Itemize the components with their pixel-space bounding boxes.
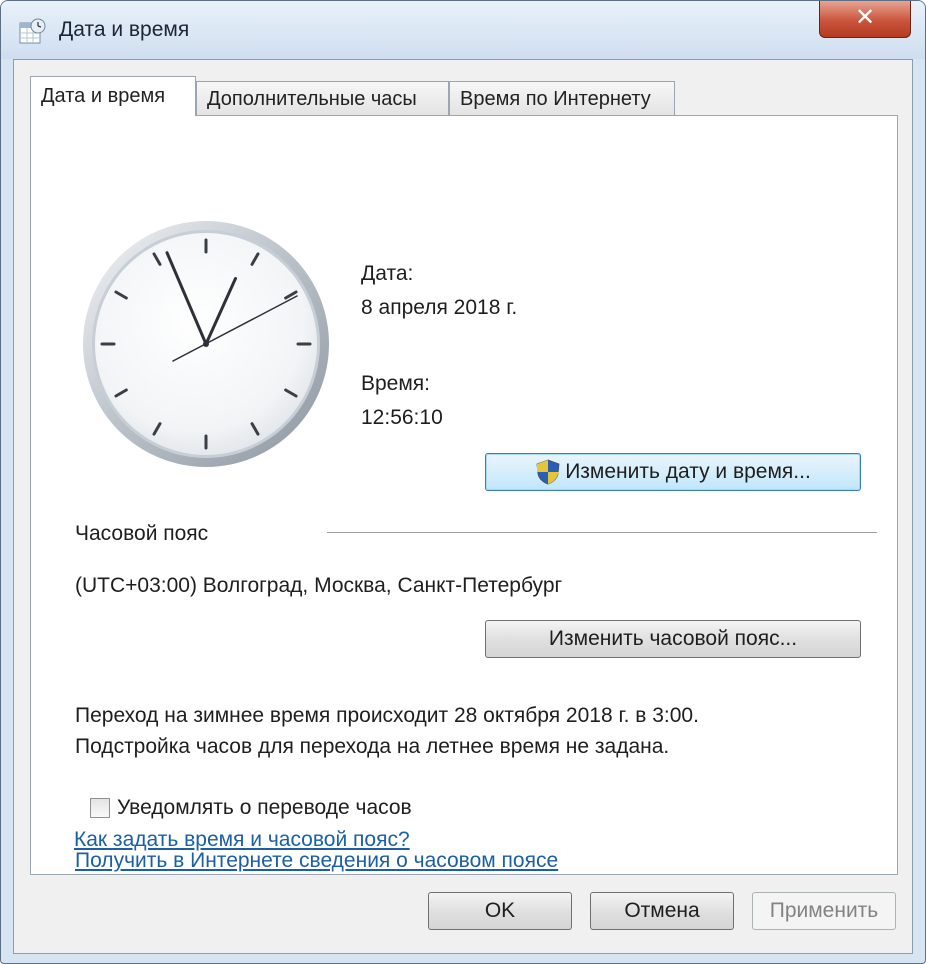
tab-date-time[interactable]: Дата и время — [30, 76, 196, 116]
time-value: 12:56:10 — [361, 406, 443, 429]
change-date-time-label: Изменить дату и время... — [565, 460, 811, 483]
tab-panel-date-time: Дата: 8 апреля 2018 г. Время: 12:56:10 И… — [30, 115, 898, 875]
dialog-body: Дата и время Дополнительные часы Время п… — [13, 59, 913, 954]
how-to-set-time-link[interactable]: Как задать время и часовой пояс? — [74, 828, 410, 852]
ok-button[interactable]: OK — [428, 892, 572, 930]
notify-checkbox[interactable] — [90, 798, 110, 818]
section-divider — [327, 532, 877, 533]
dst-info-line-2: Подстройка часов для перехода на летнее … — [75, 735, 670, 758]
close-icon: ✕ — [854, 4, 876, 31]
apply-button[interactable]: Применить — [752, 892, 896, 930]
timezone-section-label: Часовой пояс — [75, 522, 209, 545]
time-label: Время: — [361, 372, 431, 395]
tab-internet-time[interactable]: Время по Интернету — [449, 81, 675, 115]
tab-additional-clocks[interactable]: Дополнительные часы — [196, 81, 449, 115]
change-date-time-button[interactable]: Изменить дату и время... — [485, 453, 861, 491]
uac-shield-icon — [536, 460, 560, 485]
calendar-clock-icon — [19, 18, 46, 44]
close-button[interactable]: ✕ — [819, 1, 911, 38]
title-bar[interactable]: Дата и время ✕ — [1, 1, 925, 59]
dst-info-line-1: Переход на зимнее время происходит 28 ок… — [75, 704, 699, 727]
change-timezone-button[interactable]: Изменить часовой пояс... — [485, 620, 861, 658]
window-title: Дата и время — [59, 18, 190, 41]
notify-checkbox-label[interactable]: Уведомлять о переводе часов — [117, 796, 412, 820]
date-label: Дата: — [361, 262, 414, 285]
date-time-dialog: Дата и время ✕ Дата и время Дополнительн… — [0, 0, 926, 964]
cancel-button[interactable]: Отмена — [590, 892, 734, 930]
timezone-info-link[interactable]: Получить в Интернете сведения о часовом … — [75, 849, 558, 873]
date-value: 8 апреля 2018 г. — [361, 296, 518, 319]
timezone-value: (UTC+03:00) Волгоград, Москва, Санкт-Пет… — [75, 574, 563, 597]
analog-clock — [83, 221, 329, 467]
